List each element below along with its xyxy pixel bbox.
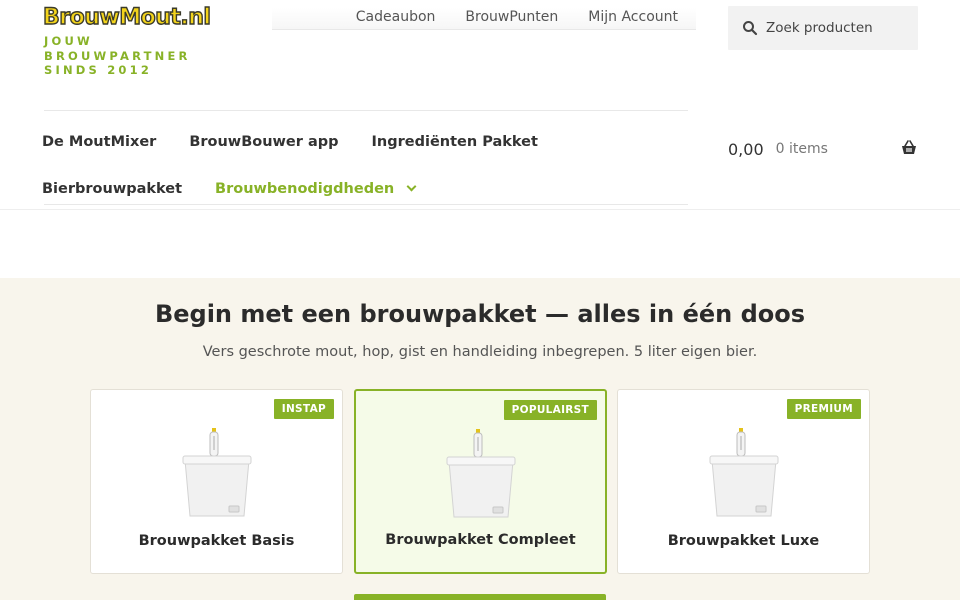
nav-divider-top	[44, 110, 688, 111]
nav-divider-bottom	[44, 204, 688, 205]
nav-item-brouwbouwer-app[interactable]: BrouwBouwer app	[189, 134, 338, 150]
product-search[interactable]	[728, 6, 918, 50]
search-input[interactable]	[766, 20, 906, 36]
nav-link-brouwpunten[interactable]: BrouwPunten	[465, 9, 558, 25]
product-badge: INSTAP	[273, 399, 334, 419]
fermentation-bucket-image[interactable]	[445, 427, 517, 527]
product-badge: PREMIUM	[786, 399, 861, 419]
product-card-basis[interactable]: INSTAP Brouwpakket Basis	[90, 389, 343, 574]
cart-item-count[interactable]: 0 items	[776, 141, 828, 157]
site-logo[interactable]: BrouwMout.nl	[42, 5, 211, 30]
mini-cart[interactable]: 0,00 0 items	[728, 136, 918, 162]
basket-icon[interactable]	[900, 140, 918, 160]
logo-text[interactable]: BrouwMout.nl	[42, 5, 211, 30]
search-icon[interactable]	[742, 20, 758, 36]
product-title[interactable]: Brouwpakket Basis	[91, 533, 342, 549]
section-subtitle: Vers geschrote mout, hop, gist en handle…	[202, 344, 758, 360]
nav-link-cadeaubon[interactable]: Cadeaubon	[356, 9, 436, 25]
fermentation-bucket-image[interactable]	[181, 426, 253, 526]
nav-item-ingredienten-pakket[interactable]: Ingrediënten Pakket	[372, 134, 538, 150]
product-badge: POPULAIRST	[503, 400, 597, 420]
primary-nav-row: De MoutMixer BrouwBouwer app Ingrediënte…	[42, 118, 682, 165]
section-title: Begin met een brouwpakket — alles in één…	[154, 300, 806, 328]
nav-item-brouwbenodigdheden[interactable]: Brouwbenodigdheden	[215, 180, 417, 197]
secondary-nav: Cadeaubon BrouwPunten Mijn Account	[326, 9, 678, 25]
primary-nav: De MoutMixer BrouwBouwer app Ingrediënte…	[42, 118, 682, 212]
cta-button[interactable]	[354, 594, 606, 600]
top-bar: Cadeaubon BrouwPunten Mijn Account	[272, 8, 696, 30]
product-card-compleet[interactable]: POPULAIRST Brouwpakket Compleet	[354, 389, 607, 574]
site-tagline: Jouw brouwpartner sinds 2012	[44, 34, 191, 77]
fermentation-bucket-image[interactable]	[708, 426, 780, 526]
nav-item-moutmixer[interactable]: De MoutMixer	[42, 134, 156, 150]
product-title[interactable]: Brouwpakket Compleet	[356, 532, 605, 548]
nav-item-bierbrouwpakket[interactable]: Bierbrouwpakket	[42, 181, 182, 197]
chevron-down-icon[interactable]	[406, 181, 417, 192]
nav-link-mijn-account[interactable]: Mijn Account	[588, 9, 678, 25]
product-title[interactable]: Brouwpakket Luxe	[618, 533, 869, 549]
product-card-luxe[interactable]: PREMIUM Brouwpakket Luxe	[617, 389, 870, 574]
cart-amount[interactable]: 0,00	[728, 140, 764, 159]
site-header: BrouwMout.nl Jouw brouwpartner sinds 201…	[0, 0, 960, 210]
nav-item-label: Brouwbenodigdheden	[215, 180, 395, 197]
starter-kit-section: Begin met een brouwpakket — alles in één…	[0, 278, 960, 600]
